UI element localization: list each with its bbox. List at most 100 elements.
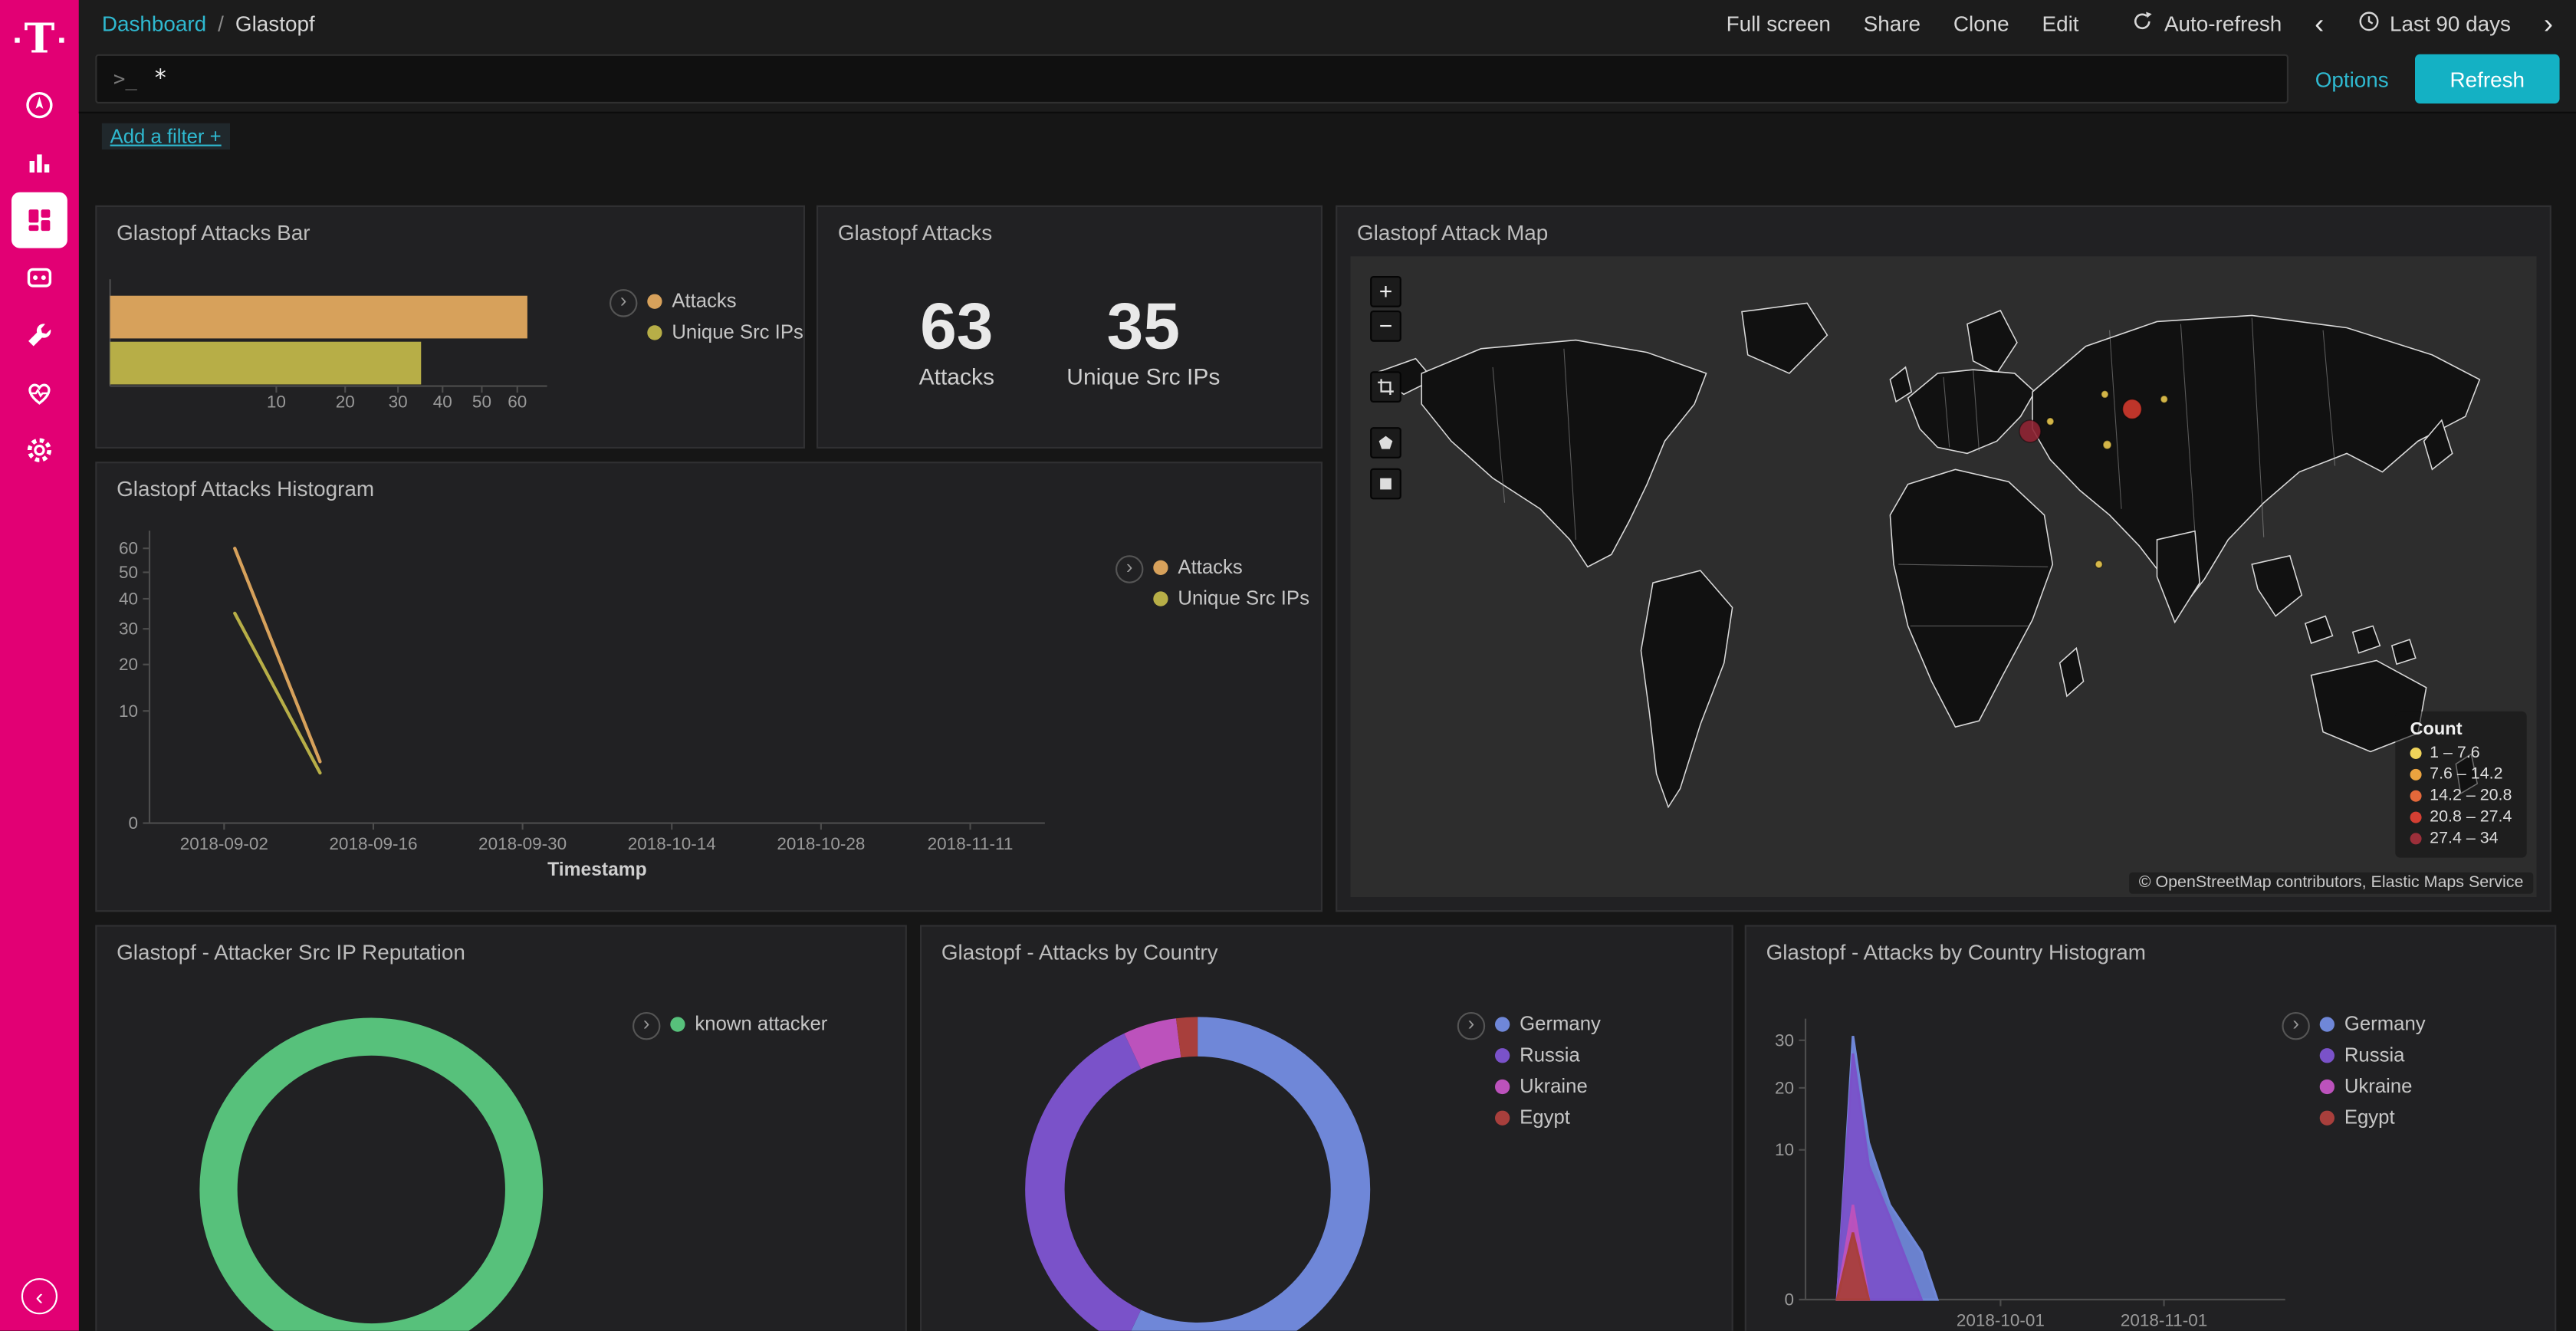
sidebar-item-monitoring[interactable] [0, 363, 79, 421]
legend-item[interactable]: Germany [2320, 1012, 2426, 1035]
legend-item[interactable]: Ukraine [2320, 1074, 2426, 1097]
sidebar-item-management[interactable] [0, 421, 79, 478]
legend-label: Unique Src IPs [672, 320, 803, 343]
mask-icon [23, 261, 56, 294]
sidebar-collapse-button[interactable]: ‹ [21, 1278, 58, 1314]
query-bar: >_ * Options Refresh [79, 46, 2576, 113]
telekom-logo: T [15, 0, 65, 76]
map-legend-title: Count [2410, 720, 2512, 740]
polygon-tool-button[interactable] [1370, 427, 1401, 458]
svg-text:2018-09-16: 2018-09-16 [329, 834, 417, 853]
panel-title: Glastopf - Attacks by Country [922, 927, 1731, 968]
topbar-actions: Full screen Share Clone Edit Auto-refres… [1727, 9, 2553, 37]
svg-text:40: 40 [433, 392, 452, 411]
attacks-bar-chart[interactable]: 102030405060 [97, 253, 609, 447]
legend-item[interactable]: Attacks [647, 289, 803, 312]
map-legend-dot [2410, 790, 2421, 802]
legend-item[interactable]: Unique Src IPs [647, 320, 803, 343]
heartbeat-icon [23, 376, 56, 409]
search-query-input[interactable]: >_ * [95, 54, 2288, 104]
share-button[interactable]: Share [1864, 11, 1921, 35]
svg-text:10: 10 [267, 392, 286, 411]
map-legend-dot [2410, 748, 2421, 759]
sidebar-item-honeypot[interactable] [0, 248, 79, 306]
legend-color-dot [2320, 1110, 2334, 1125]
reputation-donut-chart[interactable] [97, 976, 639, 1331]
svg-text:50: 50 [119, 563, 138, 582]
refresh-button[interactable]: Refresh [2415, 54, 2560, 104]
fullscreen-button[interactable]: Full screen [1727, 11, 1831, 35]
attack-marker [2019, 420, 2041, 442]
map-legend-item: 20.8 – 27.4 [2410, 808, 2512, 827]
zoom-in-button[interactable]: + [1370, 276, 1401, 307]
map-legend-item: 1 – 7.6 [2410, 744, 2512, 763]
breadcrumb-separator: / [218, 11, 224, 35]
sidebar-item-dashboard[interactable] [0, 191, 79, 248]
panel-title: Glastopf Attacks [818, 207, 1321, 248]
attacks-histogram-chart[interactable]: 01020304050602018-09-022018-09-162018-09… [97, 509, 1116, 903]
legend-label: Unique Src IPs [1178, 587, 1309, 610]
sidebar-item-devtools[interactable] [0, 306, 79, 363]
map-legend-label: 14.2 – 20.8 [2430, 787, 2512, 805]
legend-toggle-icon[interactable]: › [1116, 555, 1143, 583]
svg-text:30: 30 [389, 392, 408, 411]
legend-item[interactable]: Unique Src IPs [1153, 587, 1309, 610]
attack-marker [2123, 399, 2142, 419]
legend-color-dot [670, 1016, 685, 1030]
legend-items: known attacker [670, 1012, 827, 1035]
attack-marker [2101, 390, 2108, 398]
legend-item[interactable]: Ukraine [1495, 1074, 1601, 1097]
legend-label: known attacker [695, 1012, 827, 1035]
svg-text:30: 30 [119, 619, 138, 639]
sidebar-item-visualize[interactable] [0, 133, 79, 191]
country-donut-chart[interactable] [922, 976, 1464, 1331]
map-legend-dot [2410, 833, 2421, 844]
crop-tool-button[interactable] [1370, 371, 1401, 403]
auto-refresh-button[interactable]: Auto-refresh [2131, 9, 2282, 37]
legend-label: Ukraine [1520, 1074, 1588, 1097]
svg-text:20: 20 [119, 655, 138, 674]
query-options-link[interactable]: Options [2315, 67, 2389, 91]
world-map[interactable] [1350, 256, 2536, 897]
time-next-chevron[interactable]: › [2544, 9, 2553, 37]
legend-item[interactable]: Egypt [1495, 1106, 1601, 1129]
crop-icon [1377, 378, 1395, 396]
legend-color-dot [2320, 1016, 2334, 1030]
time-range-picker[interactable]: Last 90 days [2357, 9, 2511, 37]
legend-item[interactable]: known attacker [670, 1012, 827, 1035]
legend-toggle-icon[interactable]: › [2282, 1012, 2309, 1040]
panel-title: Glastopf Attack Map [1337, 207, 2549, 248]
clock-icon [2357, 9, 2380, 37]
metric-label: Unique Src IPs [1066, 363, 1220, 389]
add-filter-link[interactable]: Add a filter + [102, 123, 230, 150]
legend-item[interactable]: Attacks [1153, 555, 1309, 578]
map-canvas[interactable]: + − Count 1 – 7.67.6 – 14.214.2 – 20.820… [1350, 256, 2536, 897]
legend-toggle-icon[interactable]: › [632, 1012, 660, 1040]
legend-item[interactable]: Russia [1495, 1043, 1601, 1066]
legend-label: Russia [2344, 1043, 2405, 1066]
sidebar-item-discover[interactable] [0, 76, 79, 133]
breadcrumb-dashboard-link[interactable]: Dashboard [102, 11, 206, 35]
map-legend-item: 14.2 – 20.8 [2410, 787, 2512, 805]
legend-toggle-icon[interactable]: › [1457, 1012, 1485, 1040]
edit-button[interactable]: Edit [2042, 11, 2079, 35]
legend-color-dot [647, 324, 662, 339]
country-area-chart[interactable]: 01020302018-10-012018-11-01Timestamp [1746, 976, 2558, 1331]
refresh-cycle-icon [2131, 9, 2154, 37]
legend-item[interactable]: Egypt [2320, 1106, 2426, 1129]
rectangle-tool-button[interactable] [1370, 468, 1401, 500]
main-area: Dashboard/Glastopf Full screen Share Clo… [79, 0, 2576, 1331]
legend-color-dot [1495, 1110, 1510, 1125]
legend-toggle-icon[interactable]: › [610, 289, 637, 317]
svg-text:2018-10-14: 2018-10-14 [628, 834, 716, 853]
zoom-out-button[interactable]: − [1370, 311, 1401, 342]
legend-color-dot [1495, 1079, 1510, 1093]
time-prev-chevron[interactable]: ‹ [2315, 9, 2324, 37]
panel-title: Glastopf Attacks Bar [97, 207, 803, 248]
svg-text:30: 30 [1775, 1030, 1794, 1050]
logo-letter: T [24, 14, 54, 61]
svg-text:2018-09-02: 2018-09-02 [180, 834, 268, 853]
legend-item[interactable]: Russia [2320, 1043, 2426, 1066]
legend-item[interactable]: Germany [1495, 1012, 1601, 1035]
clone-button[interactable]: Clone [1953, 11, 2009, 35]
